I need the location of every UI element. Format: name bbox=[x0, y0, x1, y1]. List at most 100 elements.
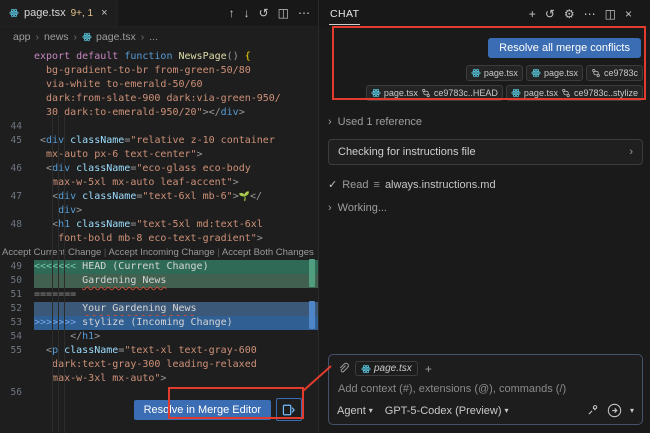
instructions-check-label: Checking for instructions file bbox=[338, 146, 476, 158]
attached-file-chip[interactable]: page.tsx bbox=[355, 361, 418, 376]
new-chat-icon[interactable]: + bbox=[529, 8, 536, 20]
more-icon[interactable]: ⋯ bbox=[584, 8, 596, 20]
line-number bbox=[0, 148, 34, 162]
code-line: max-w-3xl mx-auto"> bbox=[0, 372, 318, 386]
react-icon bbox=[511, 88, 521, 98]
resolve-in-merge-editor-button[interactable]: Resolve in Merge Editor bbox=[134, 400, 271, 420]
git-compare-icon bbox=[561, 88, 571, 98]
breadcrumb-label: ... bbox=[149, 31, 158, 43]
line-number: 53 bbox=[0, 316, 34, 330]
mode-selector[interactable]: Agent ▾ bbox=[337, 405, 373, 417]
overview-ruler-mark-current[interactable] bbox=[309, 259, 315, 287]
breadcrumb-separator: › bbox=[141, 31, 145, 43]
close-tab-icon[interactable]: × bbox=[101, 7, 107, 19]
code-line: 49<<<<<<< HEAD (Current Change) bbox=[0, 260, 318, 274]
code-line: 46<div className="eco-glass eco-body bbox=[0, 162, 318, 176]
line-number bbox=[0, 358, 34, 372]
resolve-all-row: Resolve all merge conflicts bbox=[328, 38, 641, 58]
tab-page-tsx[interactable]: page.tsx 9+, 1 × bbox=[0, 0, 118, 26]
context-chip[interactable]: page.tsx ce9783c..stylize bbox=[506, 85, 643, 101]
context-chip[interactable]: page.tsx bbox=[466, 65, 523, 81]
code-line: bg-gradient-to-br from-green-50/80 bbox=[0, 64, 318, 78]
code-line: mx-auto px-6 text-center"> bbox=[0, 148, 318, 162]
react-icon bbox=[371, 88, 381, 98]
history-icon[interactable]: ↺ bbox=[545, 8, 555, 20]
tools-icon[interactable] bbox=[586, 404, 599, 417]
context-chip[interactable]: page.tsx bbox=[526, 65, 583, 81]
used-references-toggle[interactable]: › Used 1 reference bbox=[328, 116, 643, 128]
chip-label: ce9783c..stylize bbox=[574, 88, 638, 98]
context-chips: page.tsxpage.tsxce9783cpage.tsxce9783c..… bbox=[328, 65, 643, 101]
code-line: via-white to-emerald-50/60 bbox=[0, 78, 318, 92]
send-button[interactable] bbox=[607, 403, 622, 418]
chip-label: page.tsx bbox=[384, 88, 418, 98]
chat-pane: CHAT +↺⚙⋯◫× Resolve all merge conflicts … bbox=[319, 0, 650, 433]
codelens-separator: | bbox=[101, 247, 108, 258]
instructions-check-box[interactable]: Checking for instructions file › bbox=[328, 139, 643, 165]
react-icon bbox=[82, 32, 92, 42]
add-context-icon[interactable]: + bbox=[425, 362, 432, 376]
react-file-icon bbox=[9, 8, 19, 18]
codelens-link[interactable]: Accept Incoming Change bbox=[109, 247, 215, 258]
open-chat-in-editor-icon[interactable]: ◫ bbox=[605, 8, 616, 20]
line-number: 51 bbox=[0, 288, 34, 302]
settings-gear-icon[interactable]: ⚙ bbox=[564, 8, 575, 20]
paperclip-icon[interactable] bbox=[337, 362, 350, 375]
discard-changes-icon[interactable]: ↺ bbox=[259, 7, 269, 19]
chevron-right-icon: › bbox=[328, 202, 332, 214]
send-options-chevron-icon[interactable]: ▾ bbox=[630, 406, 634, 415]
line-number: 54 bbox=[0, 330, 34, 344]
context-chip[interactable]: page.tsx ce9783c..HEAD bbox=[366, 85, 503, 101]
react-file-icon bbox=[361, 364, 371, 374]
resolve-all-merge-conflicts-button[interactable]: Resolve all merge conflicts bbox=[488, 38, 641, 58]
chat-header-icons: + ↺ ⚙ ⋯ ◫ × bbox=[529, 8, 640, 20]
tab-problem-badge: 9+, 1 bbox=[71, 8, 94, 19]
line-number bbox=[0, 64, 34, 78]
split-editor-icon[interactable]: ◫ bbox=[278, 7, 289, 19]
line-number: 46 bbox=[0, 162, 34, 176]
close-panel-icon[interactable]: × bbox=[625, 8, 632, 20]
overview-ruler-mark-incoming[interactable] bbox=[309, 301, 315, 329]
chat-input-field[interactable]: Add context (#), extensions (@), command… bbox=[338, 383, 633, 395]
chip-label: ce9783c bbox=[604, 68, 638, 78]
chevron-down-icon: ▾ bbox=[505, 406, 509, 415]
breadcrumb-item[interactable]: ... bbox=[149, 31, 158, 43]
breadcrumb-item[interactable]: page.tsx bbox=[82, 31, 136, 43]
working-row[interactable]: › Working... bbox=[328, 202, 643, 214]
read-file-name[interactable]: always.instructions.md bbox=[385, 179, 496, 191]
line-number bbox=[0, 106, 34, 120]
line-number bbox=[0, 204, 34, 218]
model-selector[interactable]: GPT-5-Codex (Preview) ▾ bbox=[385, 405, 509, 417]
indent-guide bbox=[52, 115, 53, 433]
chat-input-box[interactable]: page.tsx + Add context (#), extensions (… bbox=[328, 354, 643, 425]
chat-input-controls: Agent ▾ GPT-5-Codex (Preview) ▾ bbox=[337, 403, 634, 418]
model-label: GPT-5-Codex (Preview) bbox=[385, 405, 502, 417]
more-actions-icon[interactable]: ⋯ bbox=[298, 7, 310, 19]
open-merge-editor-icon[interactable] bbox=[276, 398, 302, 421]
line-number: 44 bbox=[0, 120, 34, 134]
vscode-window: page.tsx 9+, 1 × ↑ ↓ ↺ ◫ ⋯ app › news › page.tsx… bbox=[0, 0, 650, 433]
indent-guide bbox=[64, 115, 65, 433]
code-lines: export default function NewsPage() {bg-g… bbox=[0, 50, 318, 400]
read-file-row: ✓ Read ≡ always.instructions.md bbox=[328, 178, 643, 191]
chip-label: ce9783c..HEAD bbox=[434, 88, 498, 98]
code-line: font-bold mb-8 eco-text-gradient"> bbox=[0, 232, 318, 246]
react-icon bbox=[531, 68, 541, 78]
mode-label: Agent bbox=[337, 405, 366, 417]
code-line: 45<div className="relative z-10 containe… bbox=[0, 134, 318, 148]
react-icon bbox=[471, 68, 481, 78]
code-line: 48<h1 className="text-5xl md:text-6xl bbox=[0, 218, 318, 232]
code-editor[interactable]: export default function NewsPage() {bg-g… bbox=[0, 47, 318, 433]
navigate-next-change-icon[interactable]: ↓ bbox=[244, 7, 250, 19]
code-line: 52Your Gardening News bbox=[0, 302, 318, 316]
breadcrumb-item[interactable]: app bbox=[13, 31, 31, 43]
breadcrumb-item[interactable]: news bbox=[44, 31, 69, 43]
chip-label: page.tsx bbox=[524, 88, 558, 98]
navigate-previous-change-icon[interactable]: ↑ bbox=[229, 7, 235, 19]
codelens-link[interactable]: Accept Both Changes bbox=[222, 247, 314, 258]
line-number: 52 bbox=[0, 302, 34, 316]
context-chip[interactable]: ce9783c bbox=[586, 65, 643, 81]
used-references-label: Used 1 reference bbox=[338, 116, 422, 128]
code-line: 44 bbox=[0, 120, 318, 134]
tab-chat[interactable]: CHAT bbox=[329, 3, 360, 25]
